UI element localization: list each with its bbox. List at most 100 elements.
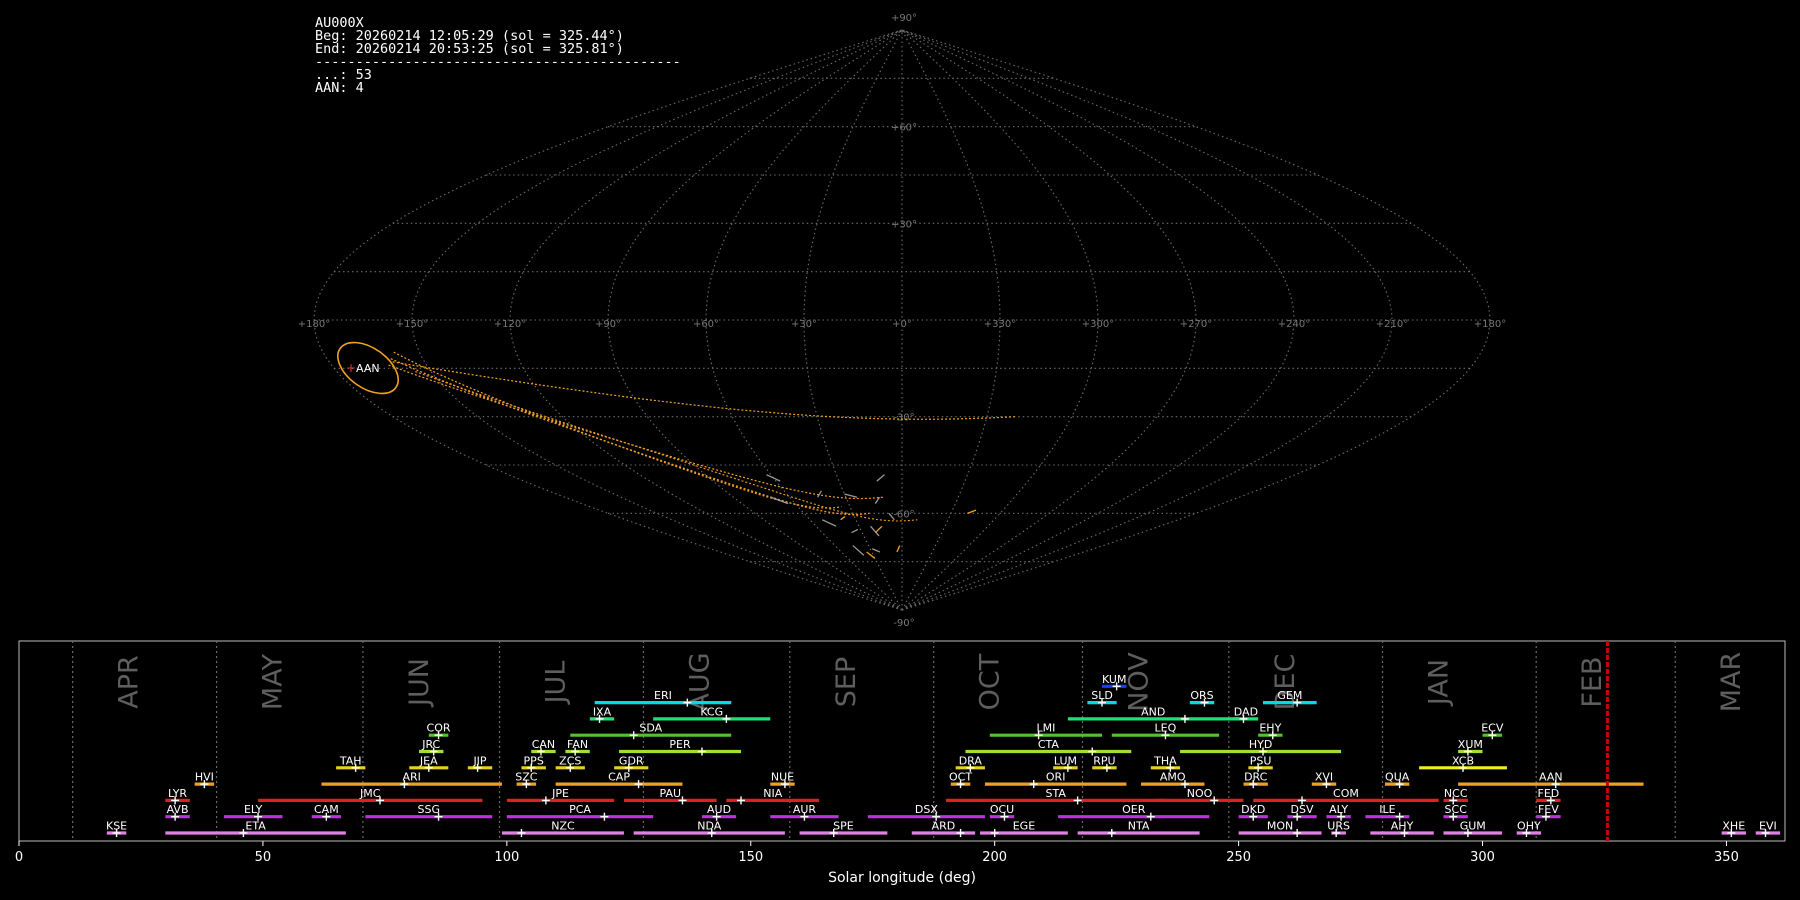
shower-label: LYR (168, 787, 187, 800)
meteor-trail (871, 548, 881, 553)
shower-label: SSG (418, 803, 441, 816)
longitude-label: +210° (1376, 319, 1408, 330)
shower-label: PSU (1250, 754, 1272, 767)
shower-label: XHE (1722, 820, 1745, 833)
shower-label: ORI (1046, 771, 1066, 784)
month-label: MAR (1716, 652, 1747, 713)
shower-label: ILE (1379, 803, 1395, 816)
longitude-label: +0° (892, 319, 912, 330)
shower-label: NIA (763, 787, 782, 800)
latitude-label: +90° (891, 13, 917, 24)
x-tick-label: 250 (1226, 850, 1251, 865)
longitude-label: +180° (298, 319, 330, 330)
shower-label: CAM (314, 803, 339, 816)
shower-label: OCU (990, 803, 1014, 816)
month-label: APR (114, 655, 145, 709)
longitude-label: +180° (1474, 319, 1506, 330)
shower-label: OCT (949, 771, 972, 784)
meteor-trail (844, 493, 858, 498)
shower-label: JPE (551, 787, 569, 800)
shower-label: FAN (567, 738, 588, 751)
shower-label: ELY (244, 803, 263, 816)
shower-label: RPU (1093, 754, 1115, 767)
meteor-trail (821, 519, 837, 527)
shower-label: ETA (245, 820, 266, 833)
shower-label: NTA (1128, 820, 1150, 833)
shower-label: URS (1327, 820, 1350, 833)
shower-label: ARI (403, 771, 421, 784)
shower-label: QUA (1385, 771, 1410, 784)
shower-label: AND (1141, 705, 1165, 718)
shower-label: DRC (1244, 771, 1268, 784)
shower-label: SZC (515, 771, 538, 784)
meteor-trail (766, 474, 781, 482)
shower-label: COM (1333, 787, 1359, 800)
longitude-label: +120° (494, 319, 526, 330)
month-label: FEB (1577, 656, 1608, 707)
x-tick-label: 150 (738, 850, 763, 865)
month-dividers: APR MAY JUN JUL AUG SEP OCT NOV DEC JAN FEB MAR (72, 641, 1747, 841)
shower-label: NUE (771, 771, 794, 784)
x-axis-label: Solar longitude (deg) (828, 870, 976, 886)
shower-label: OHY (1517, 820, 1541, 833)
shower-label: AUD (707, 803, 731, 816)
meteor-trail (851, 528, 859, 534)
shower-label: SPE (833, 820, 854, 833)
shower-label: HVI (195, 771, 214, 784)
shower-label: SLD (1091, 689, 1113, 702)
x-tick-label: 50 (255, 850, 272, 865)
shower-label: JEA (419, 754, 438, 767)
shower-label: PER (669, 738, 691, 751)
shower-label: CAP (608, 771, 630, 784)
shower-label: ARD (932, 820, 956, 833)
radiant-plus: + (346, 361, 356, 375)
month-label: OCT (975, 653, 1006, 710)
longitude-label: +240° (1278, 319, 1310, 330)
shower-label: ERI (654, 689, 672, 702)
shower-label: GEM (1277, 689, 1302, 702)
shower-label: ECV (1481, 722, 1504, 735)
meteor-trail (852, 545, 865, 556)
shower-label: DSV (1291, 803, 1314, 816)
month-label: JUL (541, 661, 572, 706)
shower-label: LEQ (1155, 722, 1177, 735)
radiant-marker: + AAN (337, 341, 399, 395)
shower-label: SCC (1445, 803, 1468, 816)
shower-label: CAN (532, 738, 555, 751)
x-tick-label: 0 (15, 850, 23, 865)
radiant-arc (415, 371, 918, 522)
month-label: JAN (1424, 659, 1455, 707)
longitude-label: +90° (595, 319, 621, 330)
x-tick-label: 300 (1470, 850, 1495, 865)
shower-label: IXA (593, 705, 612, 718)
longitude-label: +330° (984, 319, 1016, 330)
shower-label: GUM (1460, 820, 1486, 833)
shower-label: XUM (1458, 738, 1483, 751)
shower-label: JRC (421, 738, 440, 751)
shower-label: XCB (1452, 754, 1474, 767)
shower-label: AHY (1391, 820, 1414, 833)
shower-label: SDA (639, 722, 662, 735)
meteor-trail-highlight (967, 509, 977, 514)
shower-label: JIP (472, 754, 486, 767)
shower-label: AMO (1160, 771, 1186, 784)
shower-label: AAN (1539, 771, 1563, 784)
shower-label: FED (1538, 787, 1560, 800)
shower-label: ORS (1190, 689, 1213, 702)
meteor-trail-highlight (896, 545, 901, 553)
latitude-label: +60° (891, 123, 917, 134)
shower-label: DRA (959, 754, 983, 767)
meteor-trail (876, 474, 885, 482)
radiant-arc (392, 361, 1016, 420)
timeline-frame (18, 640, 1786, 842)
shower-label: STA (1045, 787, 1066, 800)
shower-label: FEV (1538, 803, 1559, 816)
latitude-label: +30° (891, 219, 917, 230)
meteor-trail (817, 490, 822, 498)
shower-label: KUM (1102, 673, 1126, 686)
meteor-trail-highlight (866, 551, 876, 559)
shower-label: NOO (1187, 787, 1213, 800)
x-tick-label: 350 (1714, 850, 1739, 865)
radiant-arc (393, 351, 842, 509)
shower-label: THA (1153, 754, 1177, 767)
